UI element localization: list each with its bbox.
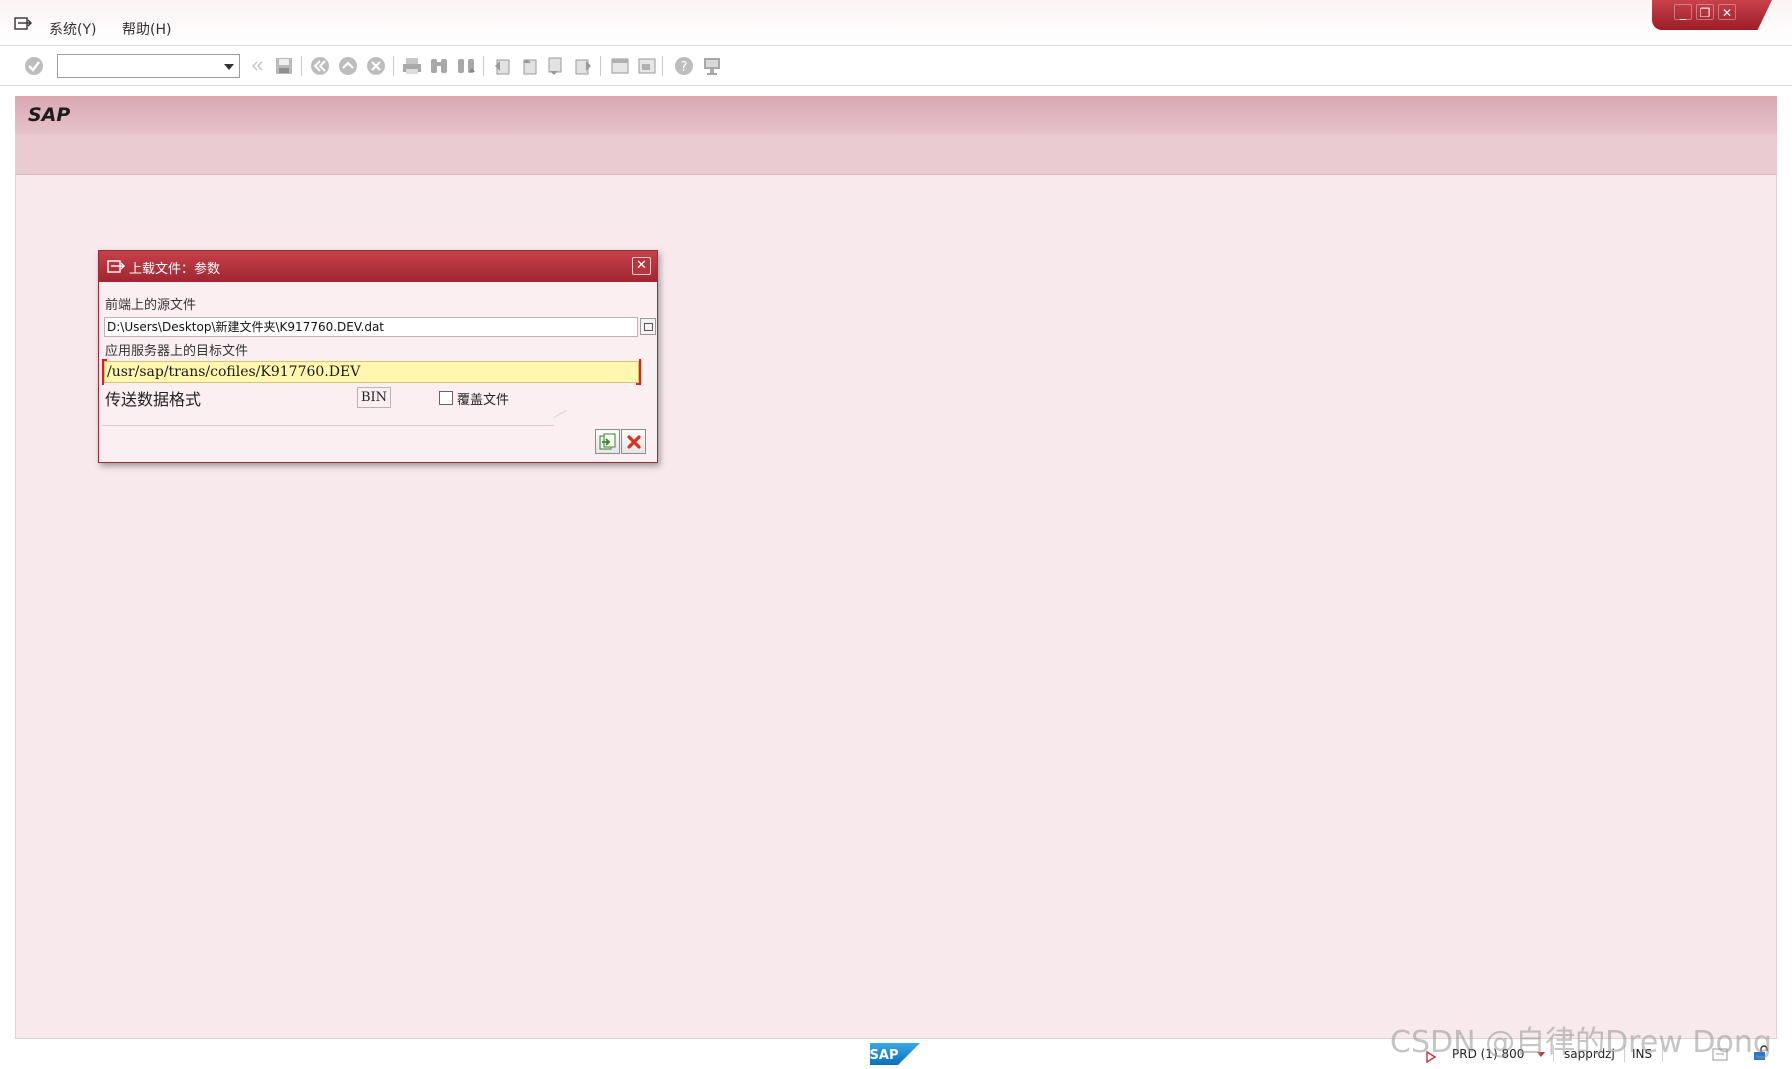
next-page-icon[interactable] xyxy=(544,54,568,78)
toolbar-separator xyxy=(393,56,394,76)
help-icon[interactable]: ? xyxy=(672,54,696,78)
double-chevron-left-icon xyxy=(245,54,269,78)
svg-text:?: ? xyxy=(681,60,688,75)
menu-help[interactable]: 帮助(H) xyxy=(122,19,171,39)
source-file-label: 前端上的源文件 xyxy=(105,298,197,313)
sap-logo: SAP xyxy=(870,1043,920,1065)
cancel-icon[interactable] xyxy=(621,429,646,454)
window-controls: _ ❐ ✕ xyxy=(1652,0,1772,30)
create-session-icon[interactable] xyxy=(608,54,632,78)
chevron-down-icon[interactable] xyxy=(224,64,234,70)
browse-file-icon[interactable] xyxy=(640,318,656,335)
close-icon[interactable]: ✕ xyxy=(632,257,651,275)
command-field[interactable] xyxy=(57,54,240,78)
system-menu-icon[interactable] xyxy=(14,16,32,30)
source-file-input[interactable]: D:\Users\Desktop\新建文件夹\K917760.DEV.dat xyxy=(104,317,638,337)
customize-layout-icon[interactable] xyxy=(700,54,724,78)
upload-file-dialog: 上载文件：参数 ✕ 前端上的源文件 D:\Users\Desktop\新建文件夹… xyxy=(98,250,658,463)
find-next-icon[interactable] xyxy=(454,54,478,78)
menu-system[interactable]: 系统(Y) xyxy=(49,19,96,39)
overwrite-checkbox[interactable] xyxy=(439,391,453,405)
cancel-icon[interactable] xyxy=(364,54,388,78)
last-page-icon[interactable] xyxy=(571,54,595,78)
back-icon[interactable] xyxy=(308,54,332,78)
toolbar-separator xyxy=(301,56,302,76)
page-title: SAP xyxy=(28,104,71,126)
sap-logo-text: SAP xyxy=(870,1048,898,1063)
minimize-icon[interactable]: _ xyxy=(1674,4,1692,20)
toolbar-separator xyxy=(483,56,484,76)
save-icon[interactable] xyxy=(272,54,296,78)
find-icon[interactable] xyxy=(427,54,451,78)
target-file-label: 应用服务器上的目标文件 xyxy=(105,344,249,359)
dialog-title-bar[interactable]: 上载文件：参数 ✕ xyxy=(99,251,657,282)
shortcut-icon[interactable] xyxy=(635,54,659,78)
toolbar-separator xyxy=(662,56,663,76)
enter-icon[interactable] xyxy=(22,54,46,78)
toolbar-separator xyxy=(600,56,601,76)
dialog-divider xyxy=(102,425,554,426)
transfer-format-field[interactable]: BIN xyxy=(357,387,391,408)
restore-icon[interactable]: ❐ xyxy=(1696,4,1714,20)
previous-page-icon[interactable] xyxy=(517,54,541,78)
dialog-menu-icon[interactable] xyxy=(107,259,125,273)
watermark: CSDN @自律的Drew Dong xyxy=(1390,1025,1772,1060)
print-icon[interactable] xyxy=(400,54,424,78)
first-page-icon[interactable] xyxy=(490,54,514,78)
menu-bar: 系统(Y) 帮助(H) _ ❐ ✕ xyxy=(0,0,1792,46)
dialog-divider xyxy=(553,410,567,418)
dialog-title: 上载文件：参数 xyxy=(129,262,221,277)
close-window-icon[interactable]: ✕ xyxy=(1718,4,1736,20)
application-toolbar xyxy=(15,134,1777,175)
transfer-icon[interactable] xyxy=(595,429,620,454)
exit-icon[interactable] xyxy=(336,54,360,78)
target-file-input[interactable]: /usr/sap/trans/cofiles/K917760.DEV xyxy=(104,361,639,383)
transfer-format-label: 传送数据格式 xyxy=(105,390,202,409)
standard-toolbar: ? xyxy=(0,46,1792,86)
title-bar: SAP xyxy=(15,96,1777,134)
overwrite-label[interactable]: 覆盖文件 xyxy=(457,389,509,408)
